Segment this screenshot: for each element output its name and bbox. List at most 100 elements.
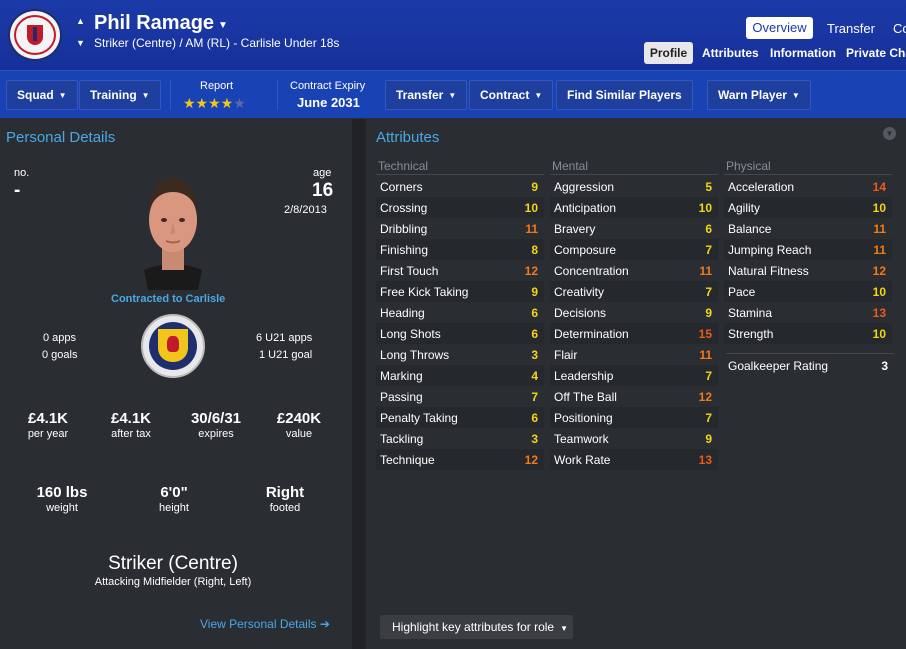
attribute-row-heading[interactable]: Heading 6 [376,302,544,323]
tab-contract[interactable]: Co [893,21,906,36]
attribute-row-penalty-taking[interactable]: Penalty Taking 6 [376,407,544,428]
wage-label: per year [27,428,69,440]
player-name[interactable]: Phil Ramage [94,12,214,35]
attribute-value: 7 [705,243,712,257]
attribute-row-off-the-ball[interactable]: Off The Ball 12 [550,386,718,407]
player-menu-chevron-icon[interactable]: ▼ [218,20,228,31]
tab-transfer[interactable]: Transfer [827,21,875,36]
highlight-key-attributes-button[interactable]: Highlight key attributes for role ▼ [380,615,573,639]
attribute-name: Leadership [554,369,614,383]
warn-player-button[interactable]: Warn Player ▼ [707,80,811,110]
subtab-attributes[interactable]: Attributes [702,46,759,60]
attribute-row-concentration[interactable]: Concentration 11 [550,260,718,281]
contract-expires-value: 30/6/31 [190,410,242,427]
attribute-name: Long Throws [380,348,450,362]
attribute-row-finishing[interactable]: Finishing 8 [376,239,544,260]
attribute-value: 6 [531,306,538,320]
find-similar-players-button[interactable]: Find Similar Players [556,80,693,110]
contract-button[interactable]: Contract ▼ [469,80,554,110]
next-player-icon[interactable]: ▼ [76,38,85,48]
attribute-row-anticipation[interactable]: Anticipation 10 [550,197,718,218]
subtab-private-chats[interactable]: Private Cha [846,46,906,60]
contracted-to-club-link[interactable]: Contracted to Carlisle [111,293,225,305]
attribute-name: Bravery [554,222,596,236]
attribute-value: 15 [698,327,712,341]
collapse-chevron-icon[interactable]: ▼ [883,127,896,140]
attribute-row-balance[interactable]: Balance 11 [724,218,892,239]
attribute-name: Positioning [554,411,613,425]
attribute-row-creativity[interactable]: Creativity 7 [550,281,718,302]
attribute-name: Decisions [554,306,607,320]
attribute-row-positioning[interactable]: Positioning 7 [550,407,718,428]
attribute-value: 3 [531,348,538,362]
scotland-badge-icon[interactable] [141,314,205,378]
attribute-row-jumping-reach[interactable]: Jumping Reach 11 [724,239,892,260]
attribute-row-composure[interactable]: Composure 7 [550,239,718,260]
attribute-name: Passing [380,390,423,404]
goalkeeper-rating-value: 3 [881,359,888,373]
attribute-row-natural-fitness[interactable]: Natural Fitness 12 [724,260,892,281]
attribute-name: Flair [554,348,578,362]
previous-player-icon[interactable]: ▲ [76,16,85,26]
attribute-row-aggression[interactable]: Aggression 5 [550,176,718,197]
attribute-row-dribbling[interactable]: Dribbling 11 [376,218,544,239]
attribute-value: 12 [524,453,538,467]
attribute-row-teamwork[interactable]: Teamwork 9 [550,428,718,449]
secondary-positions: Attacking Midfielder (Right, Left) [94,576,252,588]
attribute-value: 6 [705,222,712,236]
attribute-name: Finishing [380,243,429,257]
attribute-row-flair[interactable]: Flair 11 [550,344,718,365]
subtab-information[interactable]: Information [770,46,836,60]
attribute-name: Jumping Reach [728,243,812,257]
attribute-row-agility[interactable]: Agility 10 [724,197,892,218]
attribute-name: Aggression [554,180,615,194]
transfer-button[interactable]: Transfer ▼ [385,80,468,110]
attribute-row-corners[interactable]: Corners 9 [376,176,544,197]
attribute-row-bravery[interactable]: Bravery 6 [550,218,718,239]
player-portrait [130,170,216,290]
attribute-value: 10 [698,201,712,215]
attribute-name: Pace [728,285,756,299]
apps-count: 0 apps [43,332,77,344]
attribute-value: 10 [524,201,538,215]
attribute-row-leadership[interactable]: Leadership 7 [550,365,718,386]
tab-overview[interactable]: Overview [746,17,813,39]
attribute-value: 13 [872,306,886,320]
attribute-row-work-rate[interactable]: Work Rate 13 [550,449,718,470]
attribute-row-tackling[interactable]: Tackling 3 [376,428,544,449]
attribute-row-acceleration[interactable]: Acceleration 14 [724,176,892,197]
attribute-row-long-shots[interactable]: Long Shots 6 [376,323,544,344]
attribute-name: Agility [728,201,761,215]
attribute-name: Natural Fitness [728,264,809,278]
view-personal-details-link[interactable]: View Personal Details ➔ [200,617,330,631]
after-tax-label: after tax [111,428,151,440]
squad-button[interactable]: Squad ▼ [6,80,78,110]
attribute-row-decisions[interactable]: Decisions 9 [550,302,718,323]
attribute-value: 11 [699,348,712,362]
age-value: 16 [312,180,334,201]
attribute-row-technique[interactable]: Technique 12 [376,449,544,470]
attribute-row-determination[interactable]: Determination 15 [550,323,718,344]
goalkeeper-rating-label: Goalkeeper Rating [728,359,829,373]
attribute-name: Strength [728,327,774,341]
attribute-row-crossing[interactable]: Crossing 10 [376,197,544,218]
club-crest-icon [8,9,62,61]
attribute-row-strength[interactable]: Strength 10 [724,323,892,344]
mental-column-header: Mental [552,159,589,173]
attribute-row-marking[interactable]: Marking 4 [376,365,544,386]
attribute-name: Tackling [380,432,424,446]
subtab-profile[interactable]: Profile [644,42,693,64]
attribute-value: 7 [531,390,538,404]
attribute-row-passing[interactable]: Passing 7 [376,386,544,407]
attribute-row-first-touch[interactable]: First Touch 12 [376,260,544,281]
training-button[interactable]: Training ▼ [79,80,161,110]
attribute-name: Free Kick Taking [380,285,469,299]
attribute-value: 11 [873,243,886,257]
report-star-rating[interactable]: ★★★★★ [183,95,246,112]
attribute-row-stamina[interactable]: Stamina 13 [724,302,892,323]
attribute-value: 9 [705,306,712,320]
attribute-value: 11 [699,264,712,278]
attribute-row-pace[interactable]: Pace 10 [724,281,892,302]
attribute-row-free-kick-taking[interactable]: Free Kick Taking 9 [376,281,544,302]
attribute-row-long-throws[interactable]: Long Throws 3 [376,344,544,365]
